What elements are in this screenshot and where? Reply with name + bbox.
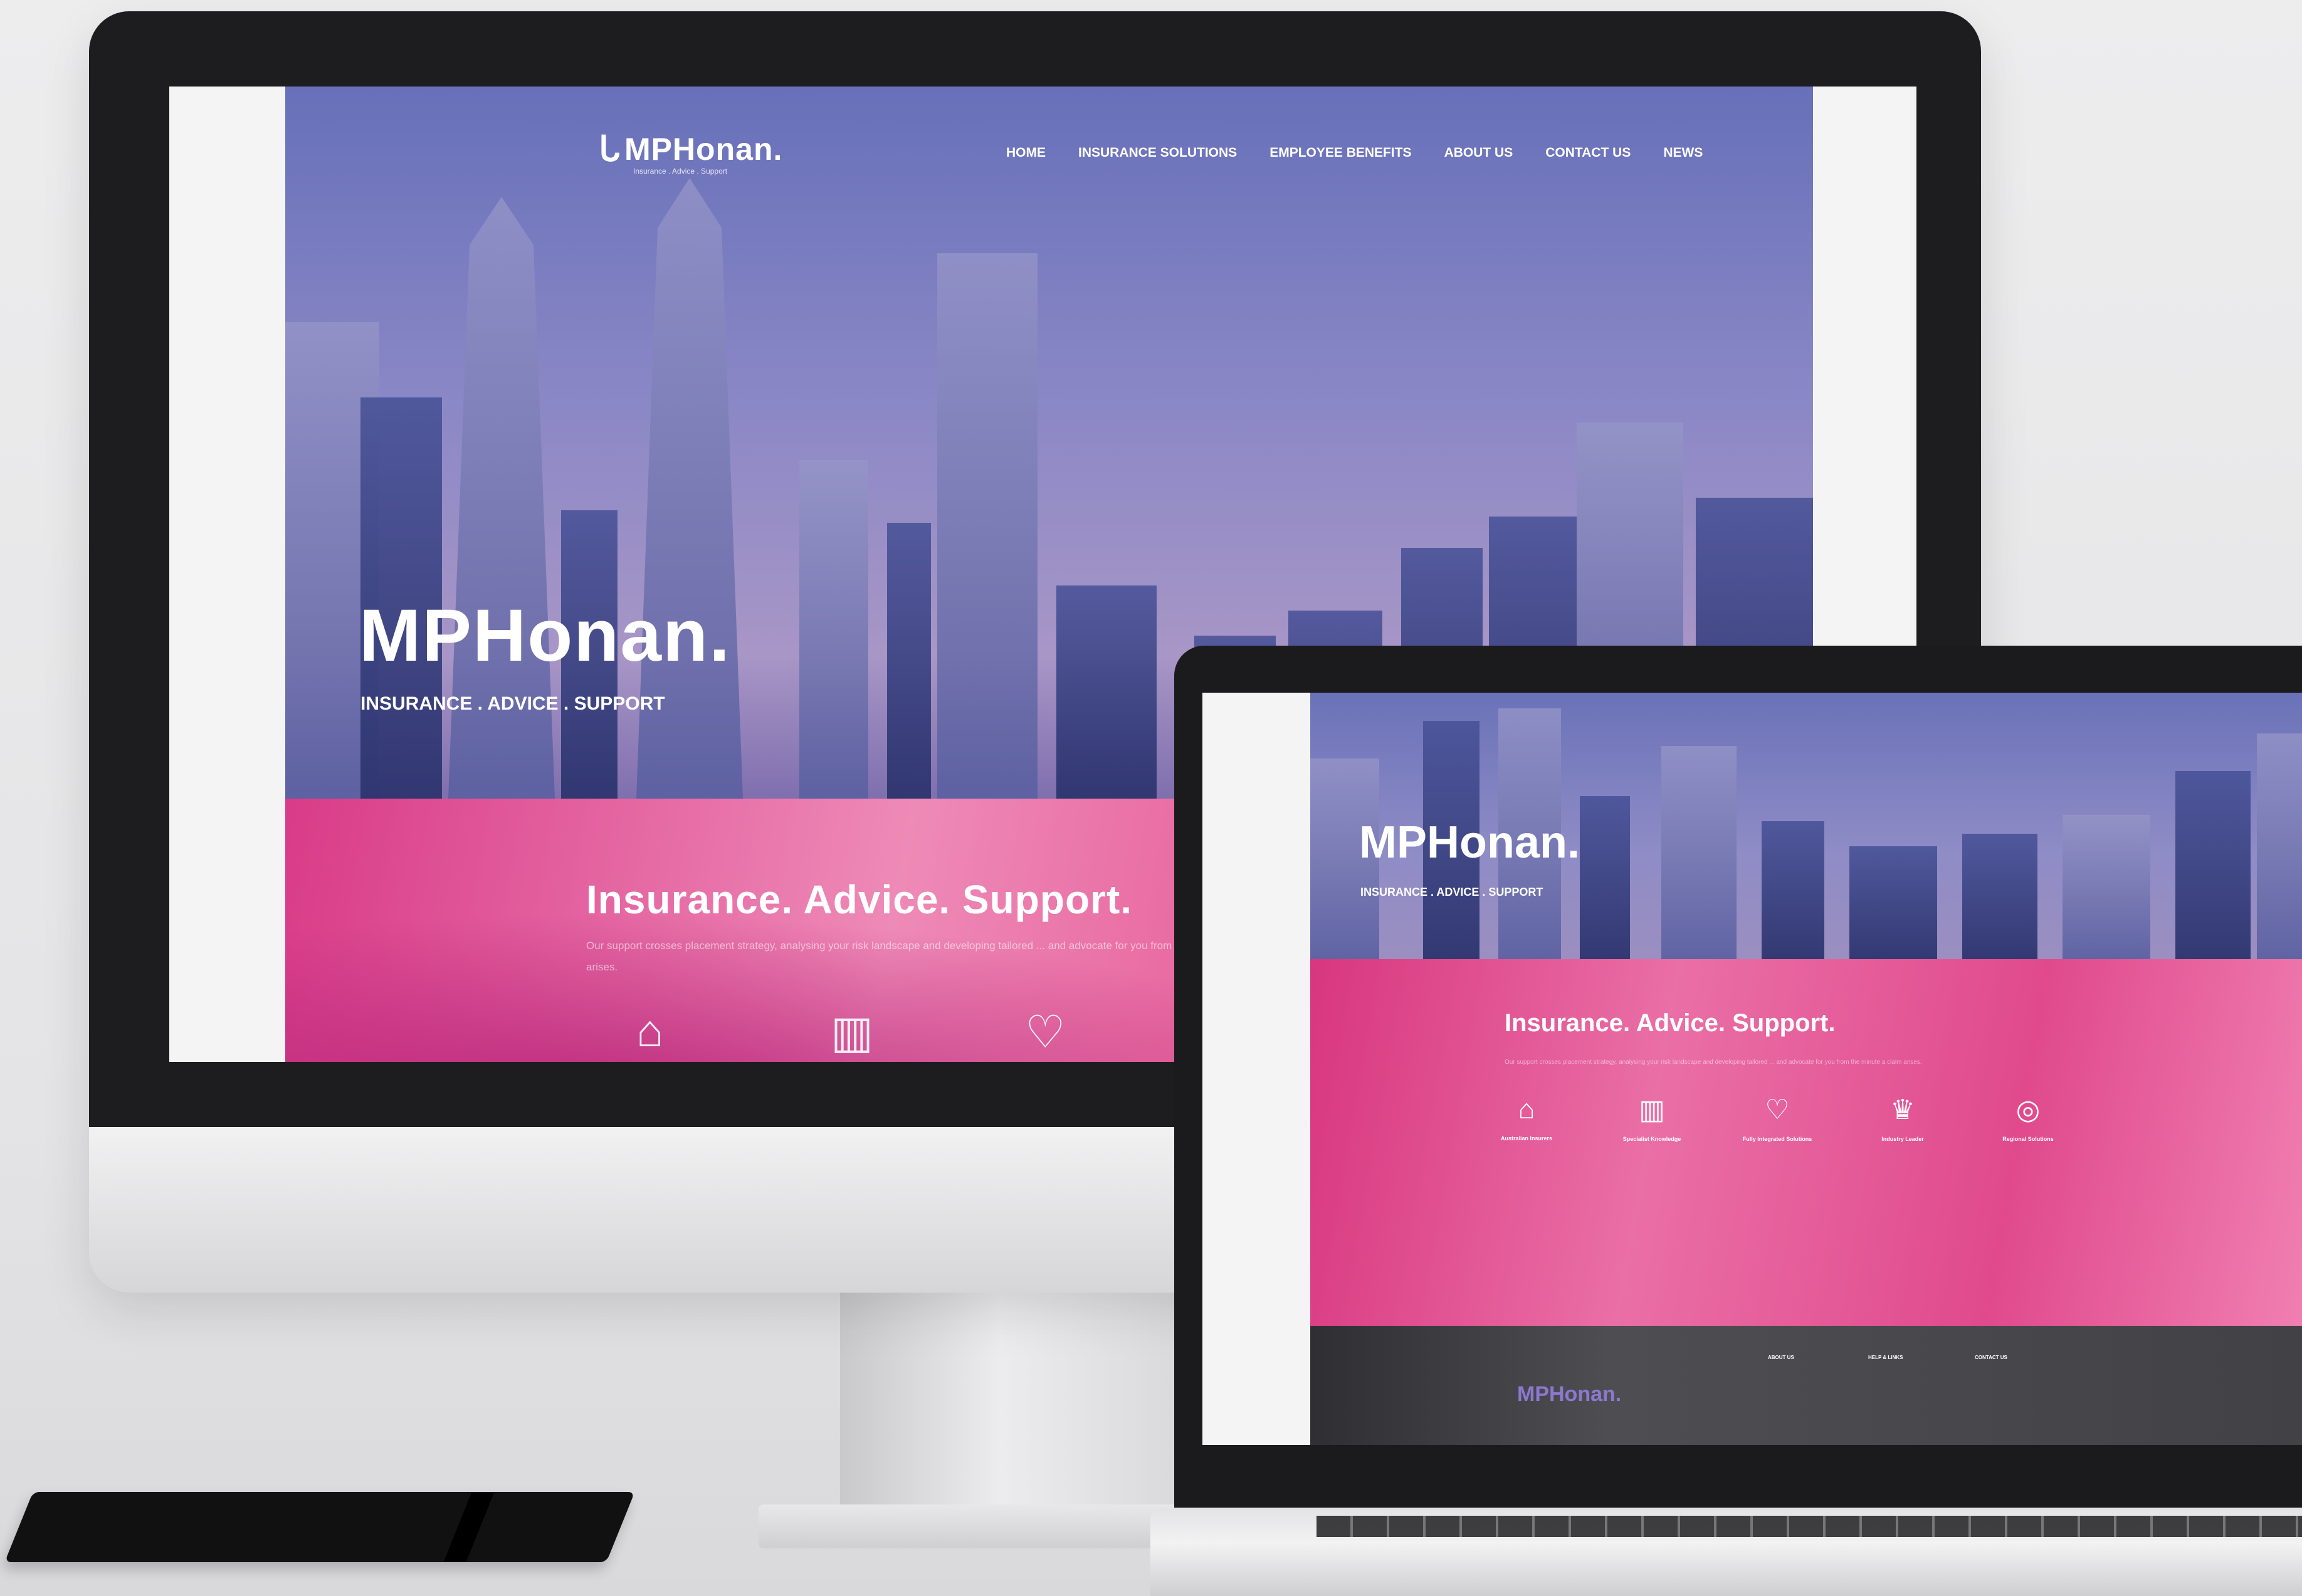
footer-logo[interactable]: MPHonan. <box>1517 1382 1621 1407</box>
feature-title: Australian Insurers <box>1500 1135 1553 1142</box>
site-logo[interactable]: ᒐ MPHonan. <box>599 129 782 169</box>
logo-tagline: Insurance . Advice . Support <box>633 167 728 176</box>
footer-col-title: ABOUT US <box>1768 1355 1794 1360</box>
logo-mark-icon: ᒐ <box>599 130 621 168</box>
book-icon: ▥ <box>1639 1095 1665 1125</box>
laptop-website: MPHonan. INSURANCE . ADVICE . SUPPORT In… <box>1310 693 2302 1445</box>
feature-title: Specialist Knowledge <box>1622 1136 1681 1142</box>
nav-contact-us[interactable]: CONTACT US <box>1545 145 1631 160</box>
laptop-hero-banner: MPHonan. INSURANCE . ADVICE . SUPPORT <box>1310 693 2302 959</box>
footer-col-contact: CONTACT US <box>1975 1351 2007 1368</box>
globe-icon: ◎ <box>2016 1095 2041 1125</box>
section-title: Insurance. Advice. Support. <box>586 877 1133 922</box>
hero-subtitle: INSURANCE . ADVICE . SUPPORT <box>360 693 665 714</box>
nav-menu: HOME INSURANCE SOLUTIONS EMPLOYEE BENEFI… <box>1006 145 1703 160</box>
laptop-hero-title: MPHonan. <box>1359 817 1580 868</box>
feature-title: Fully Integrated Solutions <box>1742 1136 1812 1142</box>
nav-employee-benefits[interactable]: EMPLOYEE BENEFITS <box>1269 145 1411 160</box>
crown-icon: ♛ <box>1890 1095 1915 1125</box>
section-intro: Our support crosses placement strategy, … <box>586 940 1261 973</box>
laptop-screen: MPHonan. INSURANCE . ADVICE . SUPPORT In… <box>1202 693 2302 1445</box>
hand-heart-icon: ♡ <box>1025 1007 1066 1058</box>
footer-col-title: HELP & LINKS <box>1868 1355 1903 1360</box>
laptop-section-intro: Our support crosses placement strategy, … <box>1505 1059 1922 1066</box>
feature-card[interactable]: ⌂ Australian Insurers <box>1473 1094 1580 1142</box>
site-footer <box>1310 1326 2302 1445</box>
hero-title: MPHonan. <box>359 594 731 677</box>
footer-col-about: ABOUT US <box>1768 1351 1794 1368</box>
laptop-hero-subtitle: INSURANCE . ADVICE . SUPPORT <box>1360 886 1543 898</box>
logo-text: MPHonan. <box>624 131 783 167</box>
book-icon: ▥ <box>831 1007 874 1058</box>
hand-heart-icon: ♡ <box>1765 1095 1790 1125</box>
laptop-keyboard <box>1317 1516 2302 1537</box>
laptop-section-title: Insurance. Advice. Support. <box>1505 1009 1836 1037</box>
feature-title: Industry Leader <box>1881 1136 1924 1142</box>
australia-map-icon: ⌂ <box>1518 1094 1535 1125</box>
nav-insurance-solutions[interactable]: INSURANCE SOLUTIONS <box>1078 145 1237 160</box>
nav-home[interactable]: HOME <box>1006 145 1046 160</box>
top-navigation: ᒐ MPHonan. Insurance . Advice . Support … <box>285 112 1813 187</box>
feature-card[interactable]: ♡ Fully Integrated Solutions <box>1724 1094 1831 1142</box>
feature-title: Regional Solutions <box>2002 1136 2054 1142</box>
footer-col-links: HELP & LINKS <box>1868 1351 1903 1368</box>
australia-map-icon: ⌂ <box>636 1006 664 1056</box>
feature-card[interactable]: ▥ Specialist Knowledge <box>1599 1094 1705 1142</box>
notebook <box>4 1492 635 1562</box>
nav-news[interactable]: NEWS <box>1663 145 1703 160</box>
footer-col-title: CONTACT US <box>1975 1355 2007 1360</box>
feature-card[interactable]: ◎ Regional Solutions <box>1975 1094 2081 1142</box>
nav-about-us[interactable]: ABOUT US <box>1444 145 1513 160</box>
feature-card[interactable]: ♛ Industry Leader <box>1849 1094 1956 1142</box>
